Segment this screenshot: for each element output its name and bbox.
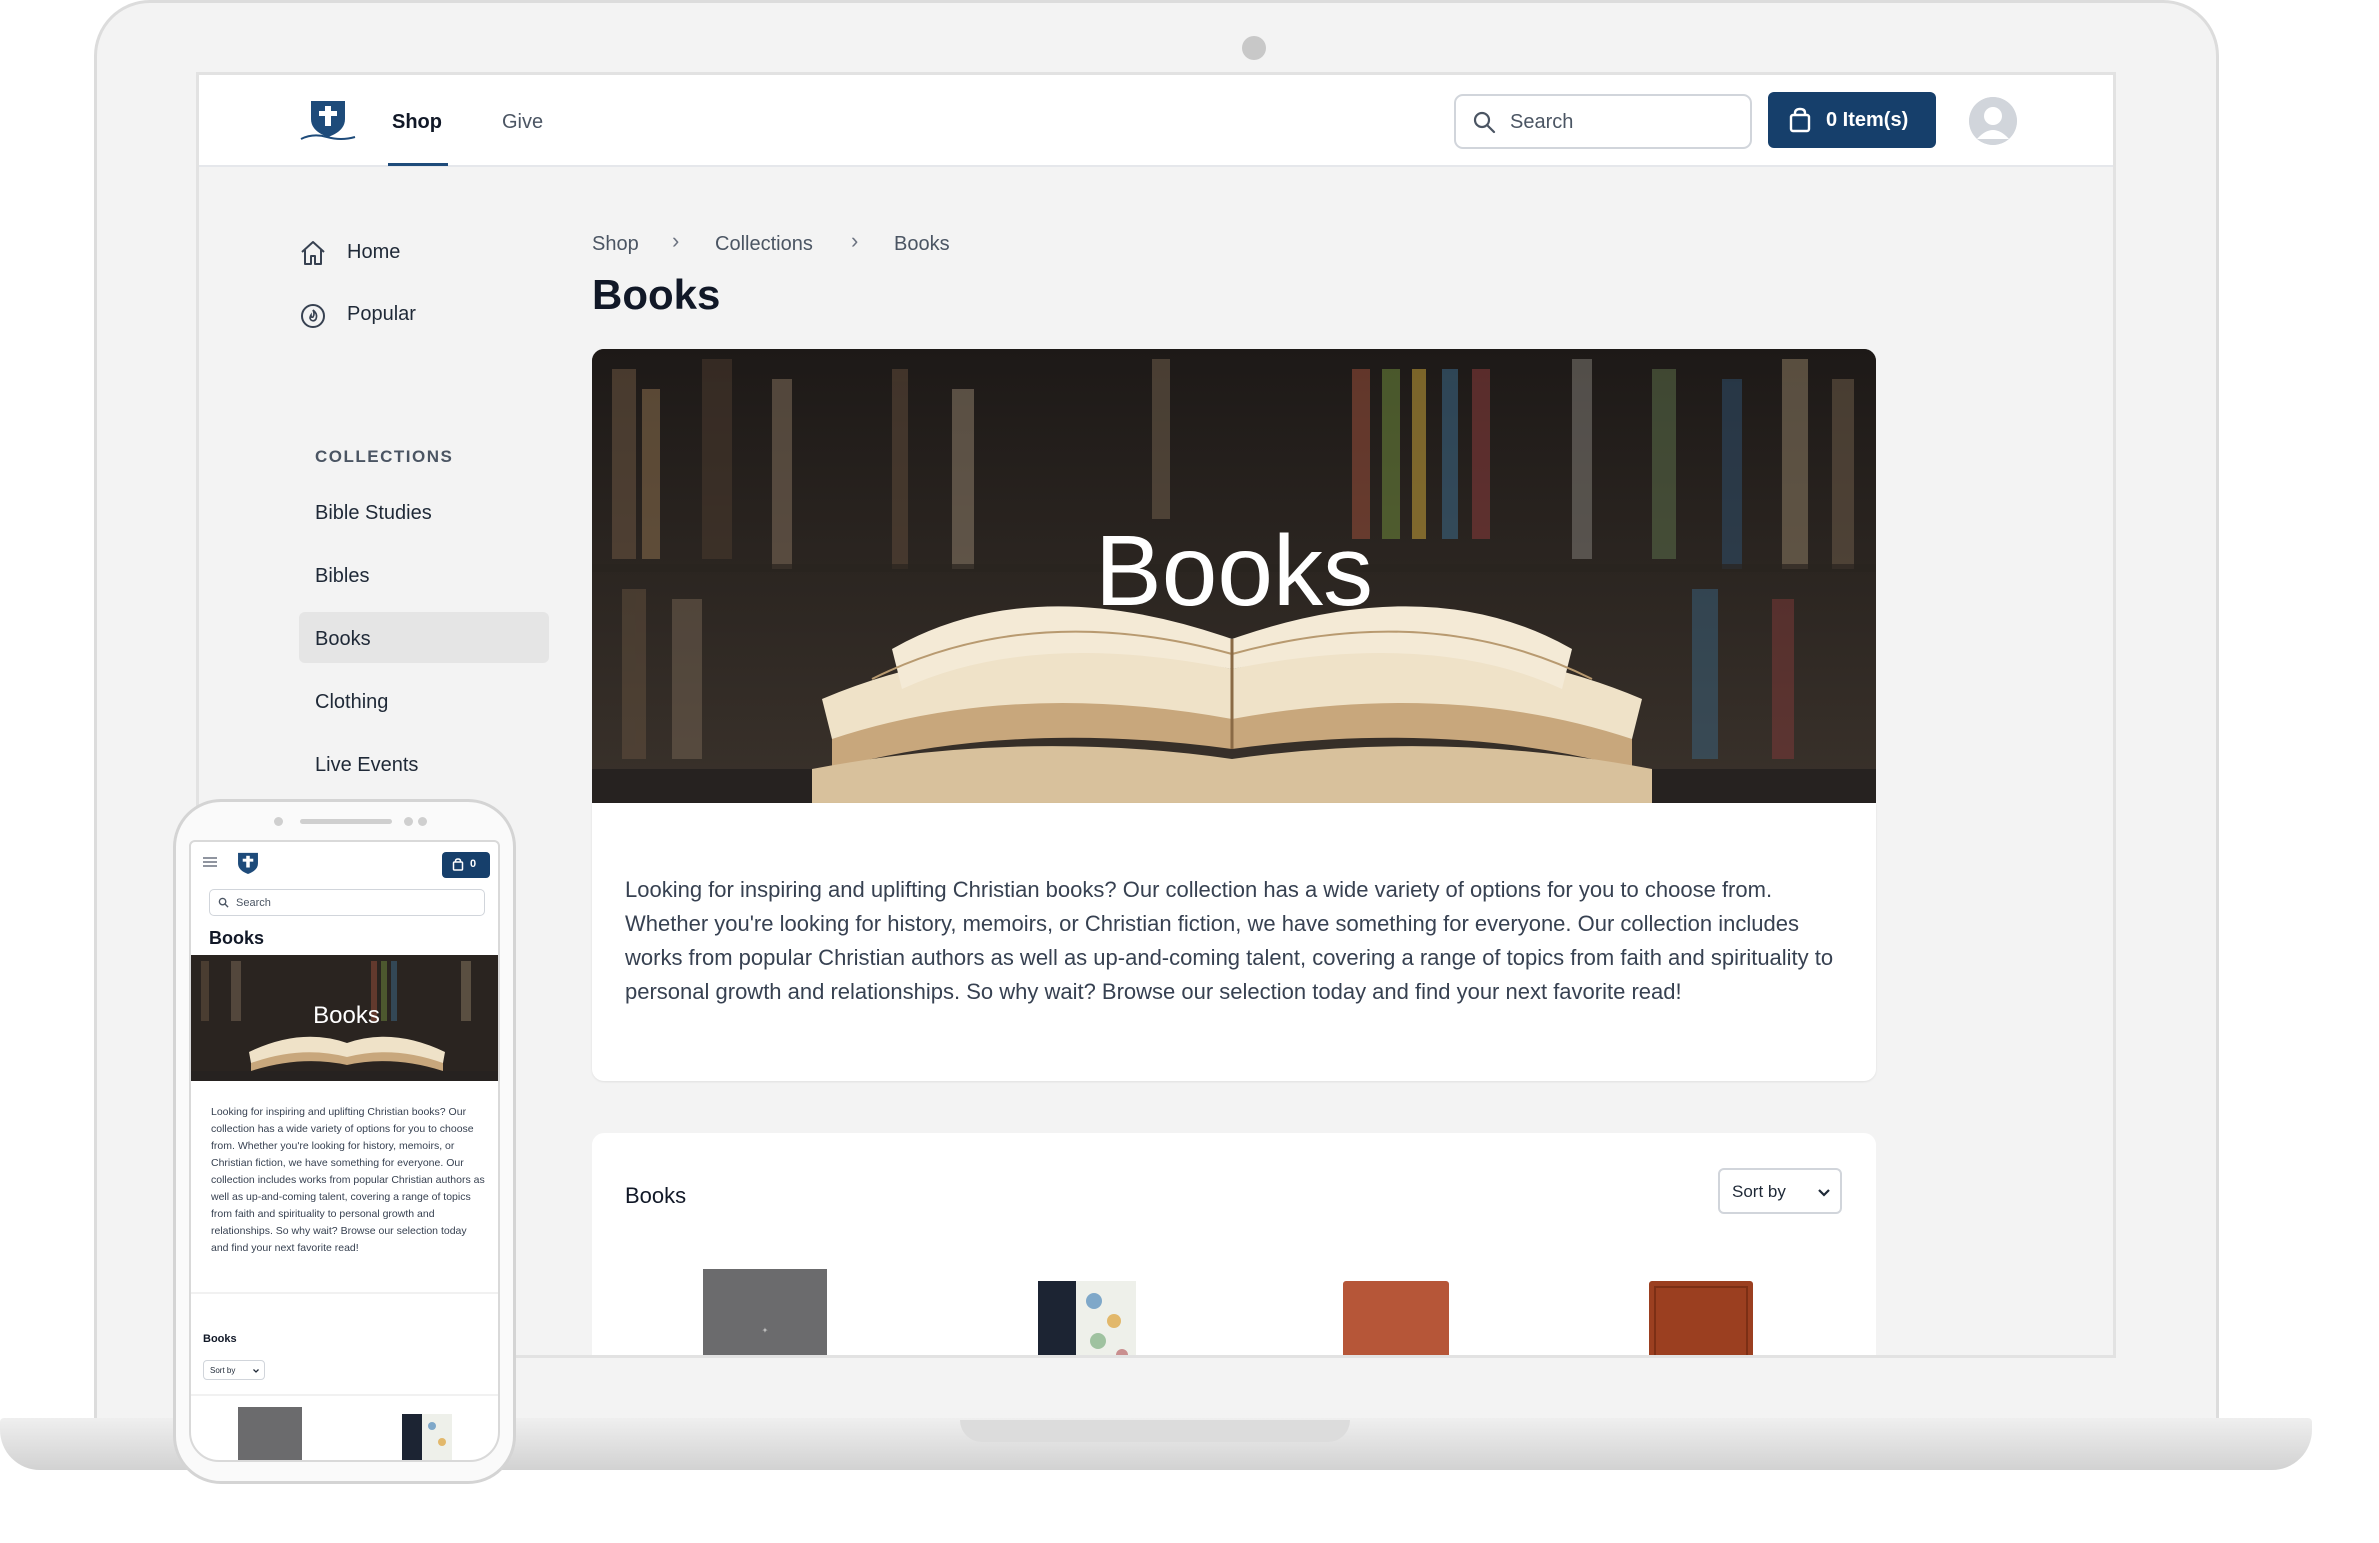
sort-label: Sort by bbox=[1732, 1182, 1786, 1201]
sort-dropdown[interactable]: Sort by bbox=[1718, 1168, 1842, 1214]
search-input[interactable] bbox=[1510, 108, 1730, 136]
mobile-page-title: Books bbox=[209, 928, 265, 948]
phone-camera bbox=[274, 817, 283, 826]
phone-sensor bbox=[418, 817, 427, 826]
mobile-screen: 0 Search Books Books Looking for inspiri… bbox=[189, 840, 500, 1462]
flame-icon bbox=[301, 304, 325, 328]
breadcrumb-collections[interactable]: Collections bbox=[715, 233, 813, 256]
mobile-product-thumbnail[interactable] bbox=[238, 1407, 302, 1462]
user-icon bbox=[1969, 97, 2017, 145]
active-tab-indicator bbox=[388, 163, 448, 166]
collection-bible-studies[interactable]: Bible Studies bbox=[315, 502, 432, 525]
search-field[interactable] bbox=[1454, 94, 1752, 149]
search-icon bbox=[218, 897, 229, 908]
chevron-right-icon: › bbox=[672, 228, 680, 253]
tab-shop[interactable]: Shop bbox=[392, 111, 442, 134]
collection-books[interactable]: Books bbox=[315, 628, 371, 651]
chevron-down-icon bbox=[1818, 1189, 1830, 1197]
shopping-bag-icon bbox=[452, 858, 464, 871]
phone-sensor bbox=[404, 817, 413, 826]
mobile-cart-button[interactable]: 0 bbox=[442, 852, 490, 878]
divider bbox=[191, 1292, 498, 1294]
page-title: Books bbox=[592, 271, 721, 318]
mobile-product-thumbnail[interactable] bbox=[402, 1414, 452, 1462]
hamburger-menu-icon[interactable] bbox=[203, 856, 217, 868]
phone-speaker bbox=[300, 819, 392, 824]
breadcrumb-shop[interactable]: Shop bbox=[592, 233, 639, 256]
mobile-sort-dropdown[interactable]: Sort by bbox=[203, 1360, 265, 1380]
product-list-title: Books bbox=[625, 1183, 687, 1208]
mobile-hero-banner: Books bbox=[191, 955, 498, 1081]
hero-title: Books bbox=[1095, 515, 1373, 627]
mobile-product-list-title: Books bbox=[203, 1333, 237, 1345]
product-thumbnail[interactable]: ✦ bbox=[703, 1269, 827, 1358]
mobile-hero-title: Books bbox=[313, 1002, 380, 1029]
chevron-right-icon: › bbox=[851, 228, 859, 253]
collection-hero-banner: Books bbox=[592, 349, 1876, 803]
mobile-device-frame: 0 Search Books Books Looking for inspiri… bbox=[173, 799, 516, 1484]
cart-label: 0 Item(s) bbox=[1826, 109, 1909, 131]
sidebar-label-popular: Popular bbox=[347, 303, 416, 325]
camera-icon bbox=[1242, 36, 1266, 60]
mobile-sort-label: Sort by bbox=[210, 1366, 236, 1375]
mobile-search-placeholder: Search bbox=[236, 897, 271, 909]
sidebar-label-home: Home bbox=[347, 241, 401, 263]
collection-bibles[interactable]: Bibles bbox=[315, 565, 369, 588]
top-navigation-bar: Shop Give 0 Item(s) bbox=[199, 75, 2113, 167]
breadcrumb-books: Books bbox=[894, 233, 950, 255]
cart-button[interactable]: 0 Item(s) bbox=[1768, 92, 1936, 148]
church-logo[interactable] bbox=[299, 97, 357, 143]
search-icon bbox=[1473, 111, 1496, 134]
mobile-cart-count: 0 bbox=[470, 858, 477, 870]
home-icon bbox=[301, 241, 325, 265]
tab-give[interactable]: Give bbox=[502, 111, 543, 134]
product-thumbnail[interactable] bbox=[1649, 1281, 1753, 1358]
shopping-bag-icon bbox=[1789, 107, 1811, 133]
collection-clothing[interactable]: Clothing bbox=[315, 691, 388, 714]
mobile-search-field[interactable]: Search bbox=[209, 889, 485, 916]
collections-heading: COLLECTIONS bbox=[315, 447, 454, 466]
collection-description-card: Looking for inspiring and uplifting Chri… bbox=[592, 803, 1876, 1081]
svg-text:✦: ✦ bbox=[762, 1326, 769, 1335]
user-avatar[interactable] bbox=[1969, 97, 2017, 145]
mobile-collection-description: Looking for inspiring and uplifting Chri… bbox=[211, 1106, 485, 1254]
collection-live-events[interactable]: Live Events bbox=[315, 754, 418, 777]
product-thumbnail[interactable] bbox=[1038, 1281, 1136, 1358]
church-logo[interactable] bbox=[231, 850, 265, 878]
divider bbox=[191, 1394, 498, 1396]
product-list-card: Books Sort by ✦ bbox=[592, 1133, 1876, 1358]
collection-description: Looking for inspiring and uplifting Chri… bbox=[625, 877, 1834, 1004]
chevron-down-icon bbox=[253, 1369, 259, 1373]
product-thumbnail[interactable] bbox=[1343, 1281, 1449, 1358]
laptop-notch bbox=[960, 1420, 1350, 1442]
